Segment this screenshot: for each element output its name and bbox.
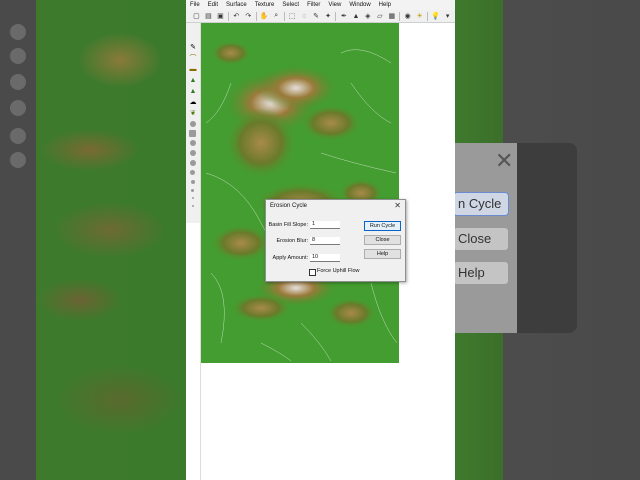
ghost-tool-icon [10,128,26,144]
brush-size-icon[interactable] [191,189,194,192]
gradient-icon[interactable]: ▦ [387,12,396,21]
brush-size-icon[interactable] [192,205,194,207]
lasso-icon[interactable]: ◌ [300,12,309,21]
save-icon[interactable]: ▣ [216,12,225,21]
cloud-tool-icon[interactable]: ☁ [189,98,197,106]
brush-icon[interactable]: ✎ [312,12,321,21]
mountain-tool-icon[interactable]: ▲ [189,87,197,95]
menu-surface[interactable]: Surface [222,0,251,10]
ghost-button: Close [455,227,509,251]
eraser-icon[interactable]: ▱ [375,12,384,21]
menu-window[interactable]: Window [345,0,374,10]
square-brush-icon[interactable] [189,130,196,137]
erosion-cycle-dialog: Erosion Cycle ✕ Basin Fill Slope: 1 Eros… [265,199,406,282]
close-button[interactable]: Close [364,235,401,245]
pencil-tool-icon[interactable]: ✎ [189,43,197,51]
menu-select[interactable]: Select [278,0,303,10]
wand-icon[interactable]: ✦ [324,12,333,21]
menu-filter[interactable]: Filter [303,0,324,10]
redo-icon[interactable]: ↷ [244,12,253,21]
dialog-title: Erosion Cycle [270,203,308,209]
toolbar-divider [255,11,257,21]
hill-tool-icon[interactable]: ▲ [189,76,197,84]
light-bulb-icon[interactable]: 💡 [431,12,440,21]
ghost-tool-icon [10,74,26,90]
ghost-button: Help [455,261,509,285]
brush-size-icon[interactable] [192,197,194,199]
brush-size-icon[interactable] [190,170,195,175]
ghost-tool-icon [10,24,26,40]
undo-icon[interactable]: ↶ [232,12,241,21]
dropdown-icon[interactable]: ▾ [443,12,452,21]
brush-size-icon[interactable] [190,140,196,146]
apply-amount-label: Apply Amount: [272,255,308,261]
sun-icon[interactable]: ☀ [415,12,424,21]
help-button[interactable]: Help [364,249,401,259]
ghost-tool-icon [10,100,26,116]
ghost-tool-icon [10,48,26,64]
ghost-tool-icon [10,152,26,168]
brush-size-icon[interactable] [191,180,195,184]
brush-size-icon[interactable] [190,160,196,166]
run-cycle-button[interactable]: Run Cycle [364,221,401,231]
ghost-dialog-edge [517,143,577,333]
brush-size-icon[interactable] [190,150,196,156]
menu-file[interactable]: File [186,0,204,10]
apply-amount-input[interactable]: 10 [310,254,340,262]
erosion-blur-input[interactable]: 8 [310,237,340,245]
background-blur-left [0,0,186,480]
menu-texture[interactable]: Texture [251,0,279,10]
background-blur-right: ✕ n Cycle Close Help [455,0,640,480]
hand-icon[interactable]: ✋ [260,12,269,21]
basin-fill-slope-input[interactable]: 1 [310,221,340,229]
erosion-blur-label: Erosion Blur: [276,238,309,244]
toolbar-divider [335,11,337,21]
zoom-icon[interactable]: ⌕ [272,12,281,21]
tool-palette: ✎ ⌒ ▬ ▲ ▲ ☁ ❦ [186,23,200,223]
toolbar-divider [399,11,401,21]
terrain-heightmap[interactable] [201,23,399,363]
menu-view[interactable]: View [324,0,345,10]
ghost-button: n Cycle [455,192,509,216]
ridge-tool-icon[interactable]: ⌒ [189,54,197,62]
force-uphill-flow-checkbox[interactable] [309,269,316,276]
close-icon[interactable]: ✕ [394,201,401,210]
layers-icon[interactable]: ◈ [363,12,372,21]
menu-bar: File Edit Surface Texture Select Filter … [186,0,455,10]
rect-select-icon[interactable]: ⬚ [288,12,297,21]
mountain-icon[interactable]: ▲ [351,12,360,21]
menu-help[interactable]: Help [375,0,395,10]
plateau-tool-icon[interactable]: ▬ [189,65,197,73]
brush-size-icon[interactable] [190,121,196,127]
toolbar-divider [283,11,285,21]
leaf-tool-icon[interactable]: ❦ [189,109,197,117]
toolbar-divider [227,11,229,21]
force-uphill-flow-label: Force Uphill Flow [317,268,360,274]
toolbar-divider [427,11,429,21]
new-file-icon[interactable]: ▢ [192,12,201,21]
basin-fill-slope-label: Basin Fill Slope: [268,222,308,228]
pen-icon[interactable]: ✒ [339,12,348,21]
ghost-close-icon: ✕ [495,148,514,173]
toolbar: ▢ ▤ ▣ ↶ ↷ ✋ ⌕ ⬚ ◌ ✎ ✦ ✒ ▲ ◈ ▱ ▦ ◉ ☀ 💡 ▾ [186,10,455,23]
open-folder-icon[interactable]: ▤ [204,12,213,21]
globe-icon[interactable]: ◉ [403,12,412,21]
menu-edit[interactable]: Edit [204,0,222,10]
